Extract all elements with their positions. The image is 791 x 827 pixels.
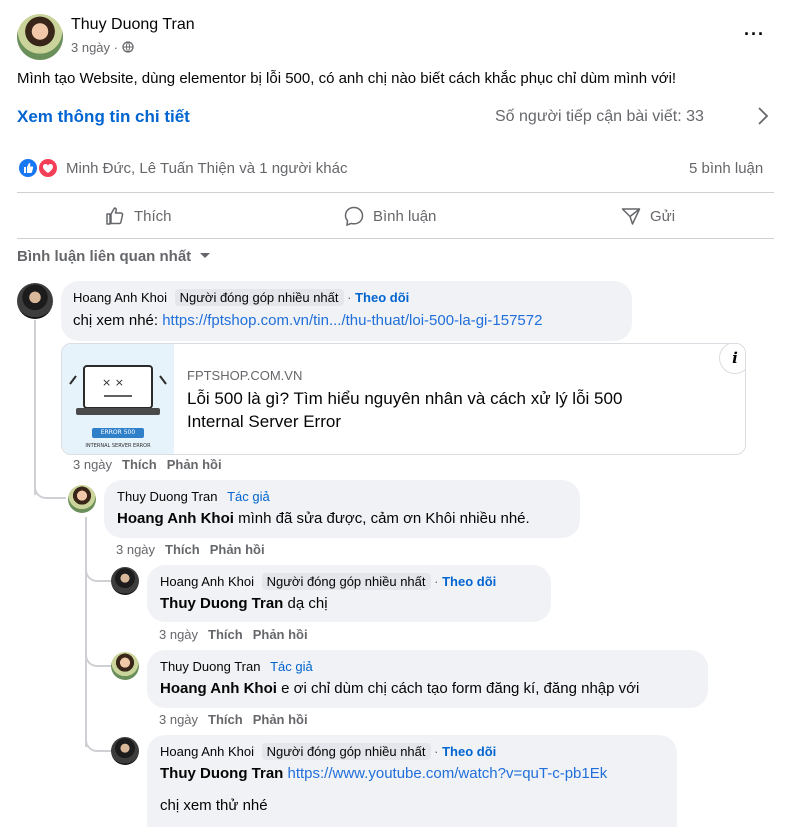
details-link[interactable]: Xem thông tin chi tiết — [17, 107, 190, 127]
commenter-avatar[interactable] — [111, 737, 139, 765]
love-reaction-icon[interactable] — [38, 158, 58, 178]
thread-curve-3 — [85, 645, 111, 667]
mention[interactable]: Thuy Duong Tran — [160, 595, 283, 612]
commenter-avatar[interactable] — [111, 567, 139, 595]
reactors-text[interactable]: Minh Đức, Lê Tuấn Thiện và 1 người khác — [66, 160, 347, 177]
link-title-line1: Lỗi 500 là gì? Tìm hiểu nguyên nhân và c… — [187, 389, 623, 408]
thumb-label: ERROR 500 — [100, 429, 136, 436]
send-icon — [621, 208, 641, 225]
mention[interactable]: Thuy Duong Tran — [160, 765, 283, 782]
mention[interactable]: Hoang Anh Khoi — [117, 510, 234, 527]
error-laptop-image: × × — [69, 365, 167, 438]
thumb-sublabel: INTERNAL SERVER ERROR — [85, 443, 151, 449]
divider-top — [17, 192, 774, 193]
thread-line-2 — [85, 517, 87, 747]
comment-text: mình đã sửa được, cảm ơn Khôi nhiều nhé. — [233, 510, 530, 527]
comment-reply-button[interactable]: Phản hồi — [167, 457, 222, 472]
comment-time[interactable]: 3 ngày — [159, 627, 198, 642]
post-meta: 3 ngày · — [71, 40, 134, 55]
top-contributor-badge: Người đóng góp nhiều nhất — [261, 573, 431, 590]
author-badge: Tác giả — [270, 659, 313, 674]
comment-time[interactable]: 3 ngày — [73, 457, 112, 472]
comment-author[interactable]: Hoang Anh Khoi — [160, 744, 254, 759]
comment-bubble: Hoang Anh Khoi Người đóng góp nhiều nhất… — [61, 281, 632, 341]
post-author-name[interactable]: Thuy Duong Tran — [71, 16, 195, 34]
mention[interactable]: Hoang Anh Khoi — [160, 680, 277, 697]
comment-count[interactable]: 5 bình luận — [689, 160, 763, 177]
link-preview-card[interactable]: × × ERROR 500 INTERNAL SERVER ERROR FPTS… — [61, 343, 746, 455]
comment-like-button[interactable]: Thích — [208, 627, 243, 642]
comment-reply-button[interactable]: Phản hồi — [210, 542, 265, 557]
comment-text: chị xem nhé: — [73, 312, 163, 329]
link-domain: FPTSHOP.COM.VN — [187, 368, 303, 383]
reach-count[interactable]: Số người tiếp cận bài viết: 33 — [495, 108, 704, 126]
like-label: Thích — [134, 207, 172, 225]
comment-sort-dropdown[interactable]: Bình luận liên quan nhất — [17, 248, 211, 265]
comment-reply-button[interactable]: Phản hồi — [253, 712, 308, 727]
comment-author[interactable]: Thuy Duong Tran — [160, 659, 260, 674]
thread-curve — [34, 475, 66, 499]
comment-text: chị xem thử nhé — [160, 797, 268, 814]
comment-link[interactable]: https://www.youtube.com/watch?v=quT-c-pb… — [288, 765, 608, 782]
divider-bottom — [17, 238, 774, 239]
comment-text: e ơi chỉ dùm chị cách tạo form đăng kí, … — [276, 680, 640, 697]
share-button[interactable]: Gửi — [620, 205, 675, 227]
comment-like-button[interactable]: Thích — [208, 712, 243, 727]
comment-author[interactable]: Hoang Anh Khoi — [160, 574, 254, 589]
link-title-line2: Internal Server Error — [187, 412, 341, 431]
globe-icon — [121, 41, 134, 53]
post-text: Mình tạo Website, dùng elementor bị lỗi … — [17, 70, 677, 87]
comment-meta: 3 ngày Thích Phản hồi — [73, 457, 222, 472]
caret-down-icon — [200, 253, 211, 258]
comment-bubble: Thuy Duong Tran Tác giả Hoang Anh Khoi m… — [104, 480, 580, 538]
comment-meta: 3 ngày Thích Phản hồi — [116, 542, 265, 557]
follow-link[interactable]: Theo dõi — [442, 574, 496, 589]
top-contributor-badge: Người đóng góp nhiều nhất — [261, 743, 431, 760]
sort-label: Bình luận liên quan nhất — [17, 248, 192, 265]
like-reaction-icon[interactable] — [18, 158, 38, 178]
svg-text:× ×: × × — [102, 376, 124, 389]
comment-label: Bình luận — [373, 207, 437, 225]
speech-bubble-icon — [344, 206, 364, 227]
post-time[interactable]: 3 ngày — [71, 40, 110, 55]
comment-author[interactable]: Hoang Anh Khoi — [73, 290, 167, 305]
comment-meta: 3 ngày Thích Phản hồi — [159, 627, 308, 642]
thread-curve-2 — [85, 560, 111, 582]
post-author-avatar[interactable] — [17, 14, 63, 60]
chevron-right-icon[interactable] — [757, 106, 769, 126]
comment-reply-button[interactable]: Phản hồi — [253, 627, 308, 642]
comment-link[interactable]: https://fptshop.com.vn/tin.../thu-thuat/… — [162, 312, 542, 329]
author-badge: Tác giả — [227, 489, 270, 504]
more-options-icon[interactable]: ··· — [744, 24, 765, 45]
like-button[interactable]: Thích — [104, 205, 172, 227]
thumbs-up-icon — [106, 207, 124, 225]
follow-link[interactable]: Theo dõi — [442, 744, 496, 759]
thread-line — [34, 320, 36, 495]
link-preview-thumbnail: × × ERROR 500 INTERNAL SERVER ERROR — [62, 344, 174, 454]
comment-time[interactable]: 3 ngày — [159, 712, 198, 727]
follow-link[interactable]: Theo dõi — [355, 290, 409, 305]
comment-meta: 3 ngày Thích Phản hồi — [159, 712, 308, 727]
comment-text: dạ chị — [283, 595, 328, 612]
top-contributor-badge: Người đóng góp nhiều nhất — [174, 289, 344, 306]
info-icon[interactable]: i — [719, 344, 745, 374]
comment-bubble: Hoang Anh Khoi Người đóng góp nhiều nhất… — [147, 735, 677, 827]
comment-bubble: Hoang Anh Khoi Người đóng góp nhiều nhất… — [147, 565, 551, 622]
comment-button[interactable]: Bình luận — [343, 205, 436, 227]
comment-bubble: Thuy Duong Tran Tác giả Hoang Anh Khoi e… — [147, 650, 708, 708]
commenter-avatar[interactable] — [68, 485, 96, 513]
comment-time[interactable]: 3 ngày — [116, 542, 155, 557]
comment-author[interactable]: Thuy Duong Tran — [117, 489, 217, 504]
comment-like-button[interactable]: Thích — [165, 542, 200, 557]
share-label: Gửi — [650, 207, 676, 225]
commenter-avatar[interactable] — [111, 652, 139, 680]
commenter-avatar[interactable] — [17, 283, 53, 319]
thread-curve-4 — [85, 730, 111, 752]
comment-like-button[interactable]: Thích — [122, 457, 157, 472]
